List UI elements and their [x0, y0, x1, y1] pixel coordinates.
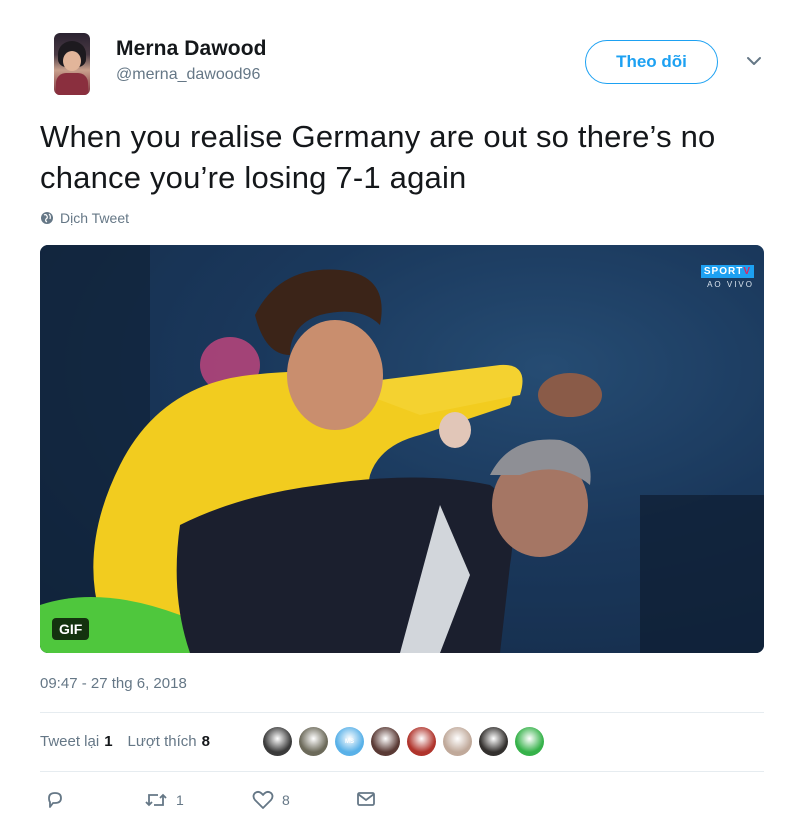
broadcaster-logo: SPORTV AO VIVO: [700, 265, 754, 289]
likes-label: Lượt thích: [127, 733, 197, 750]
reply-button[interactable]: [45, 790, 65, 810]
display-name[interactable]: Merna Dawood: [116, 37, 267, 61]
retweets-stat[interactable]: Tweet lại 1: [40, 733, 113, 750]
retweets-label: Tweet lại: [40, 733, 100, 750]
mail-icon: [356, 790, 376, 808]
follow-button[interactable]: Theo dõi: [585, 40, 718, 84]
retweet-icon: [144, 790, 168, 810]
tweet-text: When you realise Germany are out so ther…: [40, 119, 716, 195]
retweet-button[interactable]: 1: [144, 790, 184, 810]
liker-avatar[interactable]: [514, 726, 545, 757]
likes-count: 8: [201, 733, 210, 750]
divider: [40, 712, 764, 713]
avatar[interactable]: [54, 33, 90, 95]
translate-tweet-link[interactable]: Dịch Tweet: [40, 210, 129, 226]
globe-icon: [40, 211, 54, 225]
retweets-count: 1: [104, 733, 113, 750]
liker-avatar[interactable]: MS: [334, 726, 365, 757]
likes-stat[interactable]: Lượt thích 8: [128, 733, 210, 750]
gif-media[interactable]: SPORTV AO VIVO GIF: [40, 245, 764, 653]
chevron-down-icon[interactable]: [745, 54, 763, 68]
translate-label: Dịch Tweet: [60, 210, 129, 226]
engagement-stats: Tweet lại 1 Lượt thích 8: [40, 733, 210, 750]
gif-badge: GIF: [52, 618, 90, 640]
heart-icon: [252, 790, 274, 810]
liker-avatar[interactable]: [442, 726, 473, 757]
divider: [40, 771, 764, 772]
reply-icon: [45, 790, 65, 810]
like-count: 8: [282, 792, 290, 808]
like-button[interactable]: 8: [252, 790, 290, 810]
liker-avatar[interactable]: [262, 726, 293, 757]
liker-avatar[interactable]: [478, 726, 509, 757]
liker-avatar[interactable]: [298, 726, 329, 757]
retweet-count: 1: [176, 792, 184, 808]
action-bar: 1 8: [40, 790, 764, 814]
likers-list: MS: [262, 726, 545, 757]
liker-avatar[interactable]: [406, 726, 437, 757]
timestamp[interactable]: 09:47 - 27 thg 6, 2018: [40, 675, 187, 692]
liker-avatar[interactable]: [370, 726, 401, 757]
direct-message-button[interactable]: [356, 790, 376, 808]
tweet-card: Merna Dawood @merna_dawood96 Theo dõi Wh…: [0, 0, 800, 834]
user-handle[interactable]: @merna_dawood96: [116, 66, 260, 84]
